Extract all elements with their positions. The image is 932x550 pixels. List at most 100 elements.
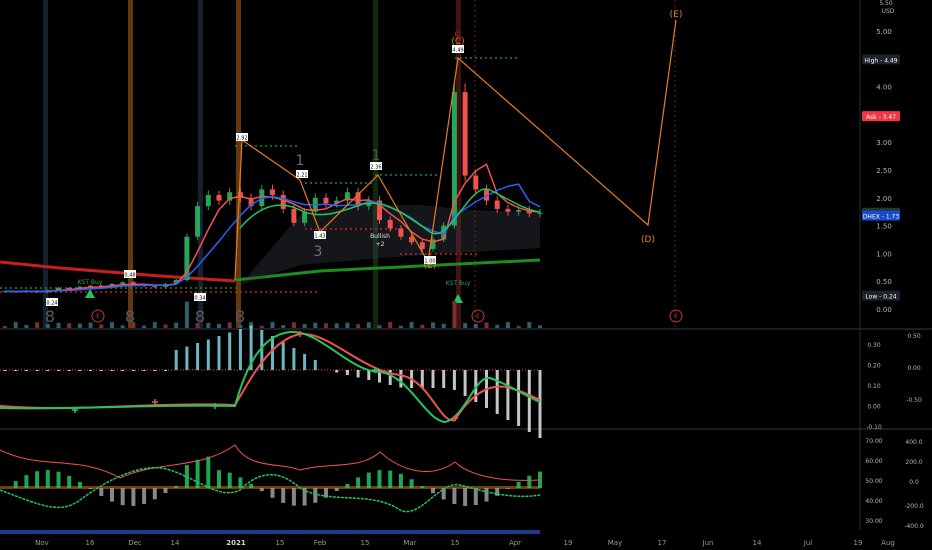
macd-histogram-bar bbox=[431, 370, 435, 388]
candle-body bbox=[398, 228, 404, 237]
oscillator-bar bbox=[24, 475, 29, 488]
price-tag-label: Ask - 3.47 bbox=[866, 114, 896, 121]
rsi-axis-tick-right: 200.0 bbox=[905, 459, 922, 466]
oscillator-bar bbox=[152, 488, 157, 500]
macd-histogram-bar bbox=[206, 339, 210, 370]
candle-body bbox=[152, 286, 158, 288]
macd-histogram-bar bbox=[174, 350, 178, 370]
candle-body bbox=[494, 200, 500, 209]
oscillator-bar bbox=[56, 471, 61, 488]
volume-bar bbox=[217, 323, 221, 328]
oscillator-bar bbox=[356, 477, 361, 488]
volume-bar bbox=[227, 322, 232, 328]
buy-signal-triangle bbox=[85, 289, 95, 298]
macd-histogram-bar bbox=[538, 370, 542, 438]
x-axis-tick: 15 bbox=[276, 539, 285, 547]
volume-bar bbox=[334, 323, 339, 328]
cycle-number: 8 bbox=[45, 307, 55, 326]
oscillator-bar bbox=[516, 481, 521, 488]
wave-label: (E) bbox=[670, 10, 683, 20]
volume-bar bbox=[56, 322, 61, 328]
oscillator-bar bbox=[388, 470, 393, 488]
price-tag-label: DHEX - 1.73 bbox=[863, 214, 900, 221]
x-axis-tick: Nov bbox=[35, 539, 49, 547]
chart-annotation: Bullish bbox=[370, 233, 390, 240]
macd-histogram-bar bbox=[281, 342, 285, 370]
price-axis-tick: 3.00 bbox=[876, 139, 892, 147]
chart-annotation: 1 bbox=[296, 153, 305, 169]
chart-annotation: E bbox=[674, 313, 678, 320]
candle-body bbox=[537, 212, 543, 214]
oscillator-bar bbox=[291, 488, 296, 506]
rsi-axis-tick: 60.00 bbox=[865, 458, 882, 465]
macd-axis-tick: 0.00 bbox=[867, 404, 881, 411]
rsi-axis-tick-right: 0.0 bbox=[909, 479, 919, 486]
volume-bar bbox=[206, 322, 211, 328]
candle-body bbox=[505, 208, 511, 212]
volume-bar bbox=[195, 323, 200, 328]
volume-bar bbox=[388, 322, 393, 328]
rsi-axis-tick-right: -200.0 bbox=[904, 503, 924, 510]
price-axis-tick: 2.00 bbox=[876, 195, 892, 203]
volume-bar bbox=[505, 322, 510, 328]
volume-bar bbox=[152, 322, 157, 328]
price-tag-label: High - 4.49 bbox=[864, 57, 897, 64]
price-callout-label: 1.00 bbox=[424, 259, 435, 265]
oscillator-bar bbox=[281, 488, 286, 503]
oscillator-bar bbox=[420, 486, 425, 488]
volume-bar bbox=[13, 322, 18, 328]
x-axis-tick: Feb bbox=[314, 539, 327, 547]
oscillator-bar bbox=[249, 483, 254, 488]
volume-bar bbox=[238, 324, 243, 328]
macd-histogram-bar bbox=[356, 370, 360, 378]
oscillator-bar bbox=[270, 488, 275, 498]
x-axis-tick: 15 bbox=[451, 539, 460, 547]
candle-body bbox=[462, 92, 468, 176]
volume-bar bbox=[174, 322, 179, 328]
volume-bar bbox=[45, 324, 50, 328]
rsi-axis-tick-right: -400.0 bbox=[904, 523, 924, 530]
oscillator-bar bbox=[120, 488, 125, 506]
price-callout-label: 2.92 bbox=[236, 136, 247, 142]
x-axis-tick: Mar bbox=[403, 539, 416, 547]
macd-axis-tick-right: 0.50 bbox=[907, 333, 921, 340]
oscillator-bar bbox=[259, 488, 264, 492]
oscillator-bar bbox=[238, 477, 243, 488]
volume-bar bbox=[441, 323, 446, 328]
x-axis-tick: 19 bbox=[854, 539, 863, 547]
volume-bar bbox=[77, 323, 82, 328]
volume-bar bbox=[163, 324, 168, 328]
macd-histogram-bar bbox=[67, 370, 71, 371]
price-axis-partial: 5.50 bbox=[879, 0, 893, 7]
macd-histogram-bar bbox=[452, 370, 456, 390]
volume-bar bbox=[270, 322, 275, 328]
volume-bar bbox=[110, 322, 114, 328]
volume-bar bbox=[538, 325, 542, 328]
candle-body bbox=[516, 210, 522, 212]
macd-histogram-bar bbox=[303, 354, 307, 370]
chart-annotation: 5 bbox=[454, 30, 463, 46]
chart-annotation: KST Buy bbox=[78, 279, 103, 286]
oscillator-bar bbox=[195, 459, 200, 488]
macd-histogram-bar bbox=[78, 370, 82, 371]
oscillator-bar bbox=[452, 488, 457, 504]
macd-histogram-bar bbox=[89, 370, 93, 371]
oscillator-bar bbox=[345, 483, 350, 488]
oscillator-bar bbox=[163, 488, 168, 494]
price-axis-tick: 1.50 bbox=[876, 223, 892, 231]
volume-bar bbox=[516, 325, 521, 328]
volume-bar bbox=[452, 300, 457, 328]
x-axis-tick: Dec bbox=[128, 539, 142, 547]
macd-histogram-bar bbox=[217, 336, 221, 370]
volume-bar bbox=[131, 322, 136, 328]
price-callout-label: 0.48 bbox=[124, 273, 135, 279]
volume-bar bbox=[431, 322, 435, 328]
price-axis-tick: 2.50 bbox=[876, 167, 892, 175]
oscillator-bar bbox=[313, 488, 318, 503]
macd-histogram-bar bbox=[238, 329, 242, 370]
oscillator-dotted-line bbox=[0, 466, 541, 513]
rsi-axis-tick: 30.00 bbox=[865, 518, 882, 525]
volume-bar bbox=[24, 324, 29, 328]
x-axis-tick: 17 bbox=[658, 539, 667, 547]
rsi-axis-tick: 70.00 bbox=[865, 438, 882, 445]
